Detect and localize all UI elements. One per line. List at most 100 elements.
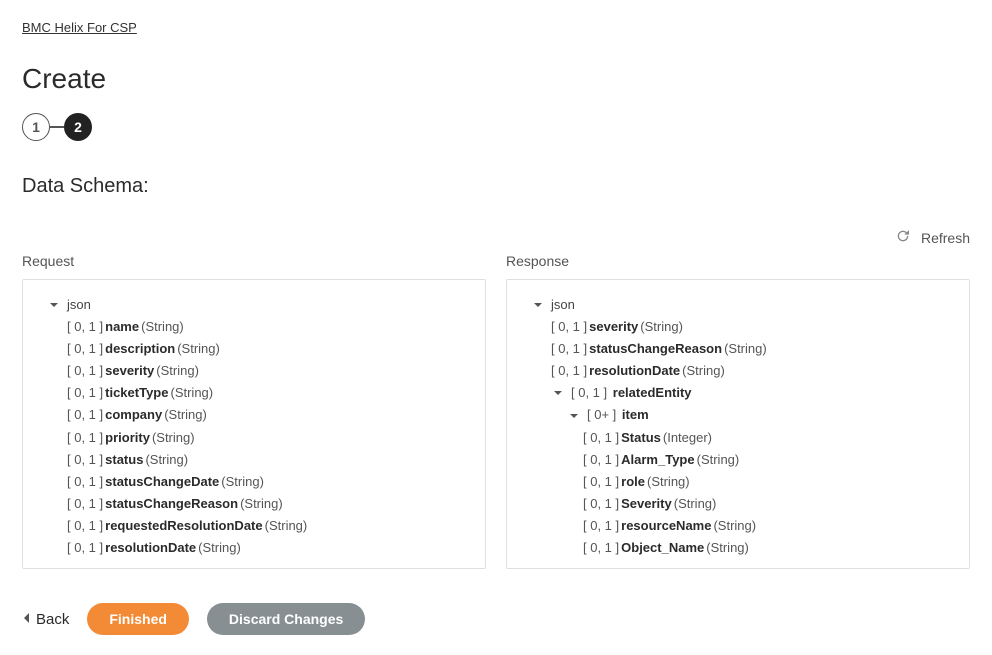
field-name: priority [105, 427, 150, 449]
schema-field[interactable]: [ 0, 1 ] resourceName (String) [517, 515, 959, 537]
field-cardinality: [ 0, 1 ] [67, 471, 103, 493]
schema-field[interactable]: [ 0, 1 ] requestedResolutionDate (String… [33, 515, 475, 537]
field-cardinality: [ 0, 1 ] [67, 515, 103, 537]
field-name: Object_Name [621, 537, 704, 559]
refresh-button[interactable]: Refresh [22, 228, 970, 247]
step-2[interactable]: 2 [64, 113, 92, 141]
field-name: statusChangeDate [105, 471, 219, 493]
field-cardinality: [ 0, 1 ] [551, 338, 587, 360]
field-cardinality: [ 0, 1 ] [67, 316, 103, 338]
field-name: resolutionDate [589, 360, 680, 382]
response-schema-box: json [ 0, 1 ] severity (String)[ 0, 1 ] … [506, 279, 970, 569]
schema-field[interactable]: [ 0, 1 ] description (String) [33, 338, 475, 360]
field-cardinality: [ 0, 1 ] [67, 404, 103, 426]
field-type: (String) [640, 316, 683, 338]
field-cardinality: [ 0+ ] [587, 404, 616, 426]
field-cardinality: [ 0, 1 ] [583, 493, 619, 515]
schema-field[interactable]: [ 0, 1 ] Object_Name (String) [517, 537, 959, 559]
field-type: (Integer) [663, 427, 712, 449]
schema-field[interactable]: [ 0, 1 ] statusChangeReason (String) [33, 493, 475, 515]
field-type: (String) [141, 316, 184, 338]
field-cardinality: [ 0, 1 ] [571, 382, 607, 404]
request-column: Request json [ 0, 1 ] name (String)[ 0, … [22, 253, 486, 569]
chevron-down-icon[interactable] [567, 411, 581, 421]
field-name: item [622, 404, 649, 426]
field-cardinality: [ 0, 1 ] [67, 493, 103, 515]
field-cardinality: [ 0, 1 ] [67, 449, 103, 471]
response-related-entity[interactable]: [ 0, 1 ] relatedEntity [517, 382, 959, 404]
field-type: (String) [706, 537, 749, 559]
root-label: json [551, 294, 575, 316]
schema-field[interactable]: [ 0, 1 ] Alarm_Type (String) [517, 449, 959, 471]
field-type: (String) [221, 471, 264, 493]
schema-field[interactable]: [ 0, 1 ] company (String) [33, 404, 475, 426]
chevron-down-icon[interactable] [531, 300, 545, 310]
response-column: Response json [ 0, 1 ] severity (String)… [506, 253, 970, 569]
chevron-down-icon[interactable] [47, 300, 61, 310]
schema-heading: Data Schema: [22, 175, 970, 198]
field-name: company [105, 404, 162, 426]
field-type: (String) [164, 404, 207, 426]
field-cardinality: [ 0, 1 ] [583, 537, 619, 559]
stepper: 1 2 [22, 113, 970, 141]
field-type: (String) [145, 449, 188, 471]
response-item[interactable]: [ 0+ ] item [517, 404, 959, 426]
schema-field[interactable]: [ 0, 1 ] priority (String) [33, 427, 475, 449]
field-type: (String) [724, 338, 767, 360]
schema-field[interactable]: [ 0, 1 ] severity (String) [517, 316, 959, 338]
chevron-down-icon[interactable] [551, 388, 565, 398]
refresh-label: Refresh [921, 230, 970, 246]
field-type: (String) [198, 537, 241, 559]
schema-field[interactable]: [ 0, 1 ] ticketType (String) [33, 382, 475, 404]
finished-button[interactable]: Finished [87, 603, 189, 635]
schema-field[interactable]: [ 0, 1 ] status (String) [33, 449, 475, 471]
field-name: requestedResolutionDate [105, 515, 262, 537]
schema-field[interactable]: [ 0, 1 ] resolutionDate (String) [517, 360, 959, 382]
schema-field[interactable]: [ 0, 1 ] Status (Integer) [517, 427, 959, 449]
field-name: statusChangeReason [105, 493, 238, 515]
response-column-label: Response [506, 253, 970, 269]
field-type: (String) [713, 515, 756, 537]
field-cardinality: [ 0, 1 ] [67, 537, 103, 559]
refresh-icon [895, 228, 911, 247]
back-label: Back [36, 611, 69, 628]
request-schema-box: json [ 0, 1 ] name (String)[ 0, 1 ] desc… [22, 279, 486, 569]
field-type: (String) [240, 493, 283, 515]
field-name: status [105, 449, 143, 471]
discard-button[interactable]: Discard Changes [207, 603, 365, 635]
response-root[interactable]: json [517, 294, 959, 316]
field-name: relatedEntity [613, 382, 692, 404]
schema-field[interactable]: [ 0, 1 ] statusChangeReason (String) [517, 338, 959, 360]
field-cardinality: [ 0, 1 ] [583, 427, 619, 449]
field-type: (String) [647, 471, 690, 493]
field-cardinality: [ 0, 1 ] [551, 316, 587, 338]
field-type: (String) [156, 360, 199, 382]
field-name: severity [589, 316, 638, 338]
schema-field[interactable]: [ 0, 1 ] resolutionDate (String) [33, 537, 475, 559]
schema-field[interactable]: [ 0, 1 ] severity (String) [33, 360, 475, 382]
field-cardinality: [ 0, 1 ] [67, 338, 103, 360]
step-1[interactable]: 1 [22, 113, 50, 141]
field-cardinality: [ 0, 1 ] [67, 360, 103, 382]
field-cardinality: [ 0, 1 ] [67, 382, 103, 404]
breadcrumb-link[interactable]: BMC Helix For CSP [22, 20, 137, 35]
schema-field[interactable]: [ 0, 1 ] role (String) [517, 471, 959, 493]
field-type: (String) [177, 338, 220, 360]
schema-field[interactable]: [ 0, 1 ] statusChangeDate (String) [33, 471, 475, 493]
field-name: resolutionDate [105, 537, 196, 559]
field-name: Alarm_Type [621, 449, 694, 471]
field-name: description [105, 338, 175, 360]
page-title: Create [22, 63, 970, 95]
request-root[interactable]: json [33, 294, 475, 316]
schema-field[interactable]: [ 0, 1 ] Severity (String) [517, 493, 959, 515]
field-type: (String) [170, 382, 213, 404]
field-name: name [105, 316, 139, 338]
field-type: (String) [265, 515, 308, 537]
field-name: severity [105, 360, 154, 382]
schema-field[interactable]: [ 0, 1 ] name (String) [33, 316, 475, 338]
back-button[interactable]: Back [22, 611, 69, 628]
step-connector [50, 126, 64, 128]
footer: Back Finished Discard Changes [22, 603, 970, 635]
field-cardinality: [ 0, 1 ] [583, 515, 619, 537]
field-name: statusChangeReason [589, 338, 722, 360]
